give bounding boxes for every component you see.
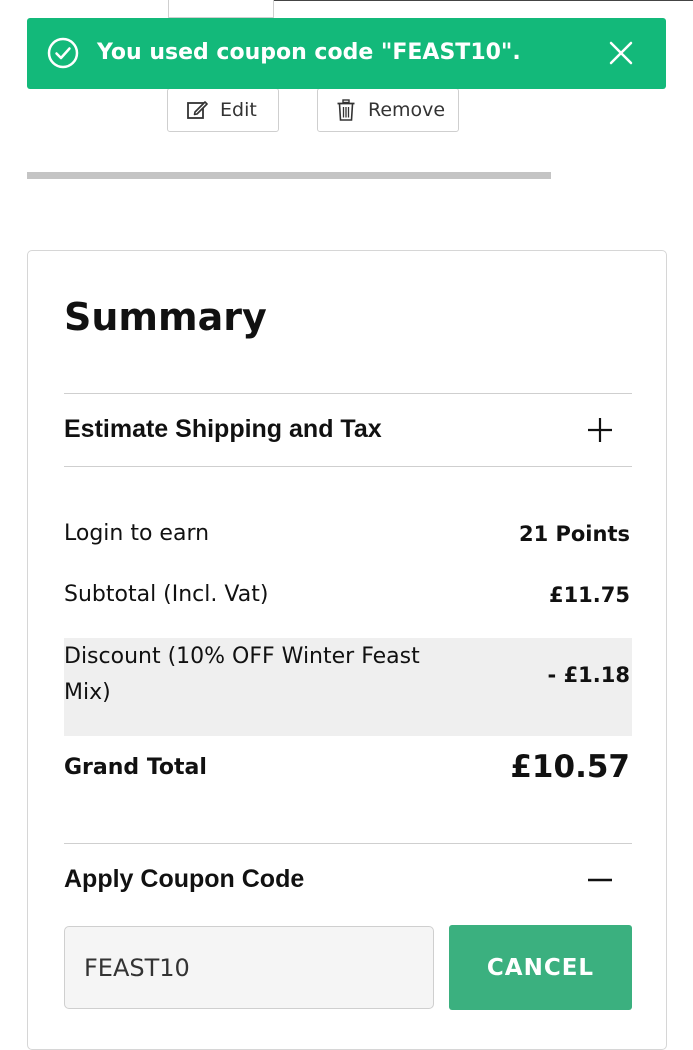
points-label: Login to earn [64,521,210,546]
trash-icon [337,99,355,121]
toast-message: You used coupon code "FEAST10". [97,40,521,65]
grand-total-label: Grand Total [64,755,207,780]
plus-icon[interactable] [586,416,614,444]
coupon-code-input[interactable] [64,926,434,1009]
coupon-success-toast: You used coupon code "FEAST10". [27,18,666,89]
edit-button-label: Edit [220,99,257,121]
remove-button[interactable]: Remove [317,88,459,132]
divider [64,843,632,844]
divider-line [274,0,693,1]
points-value: 21 Points [518,522,630,546]
grand-total-value: £10.57 [510,749,630,785]
check-circle-icon [47,37,79,69]
subtotal-value: £11.75 [548,583,630,607]
discount-value: - £1.18 [547,663,630,687]
edit-button[interactable]: Edit [167,88,279,132]
cancel-coupon-button[interactable]: CANCEL [449,925,632,1010]
subtotal-label: Subtotal (Incl. Vat) [64,582,269,607]
close-icon[interactable] [608,40,634,66]
divider [64,466,632,467]
remove-button-label: Remove [368,99,446,121]
order-summary-panel: Summary Estimate Shipping and Tax Login … [27,250,667,1050]
edit-icon [187,101,208,119]
discount-label: Discount (10% OFF Winter Feast Mix) [64,644,420,705]
summary-title: Summary [64,295,267,339]
estimate-shipping-toggle[interactable]: Estimate Shipping and Tax [64,414,382,444]
divider [64,393,632,394]
apply-coupon-toggle[interactable]: Apply Coupon Code [64,864,304,894]
section-divider-bar [27,172,551,179]
qty-box [168,0,274,18]
minus-icon[interactable] [586,866,614,894]
top-cut-off-row [0,0,693,20]
